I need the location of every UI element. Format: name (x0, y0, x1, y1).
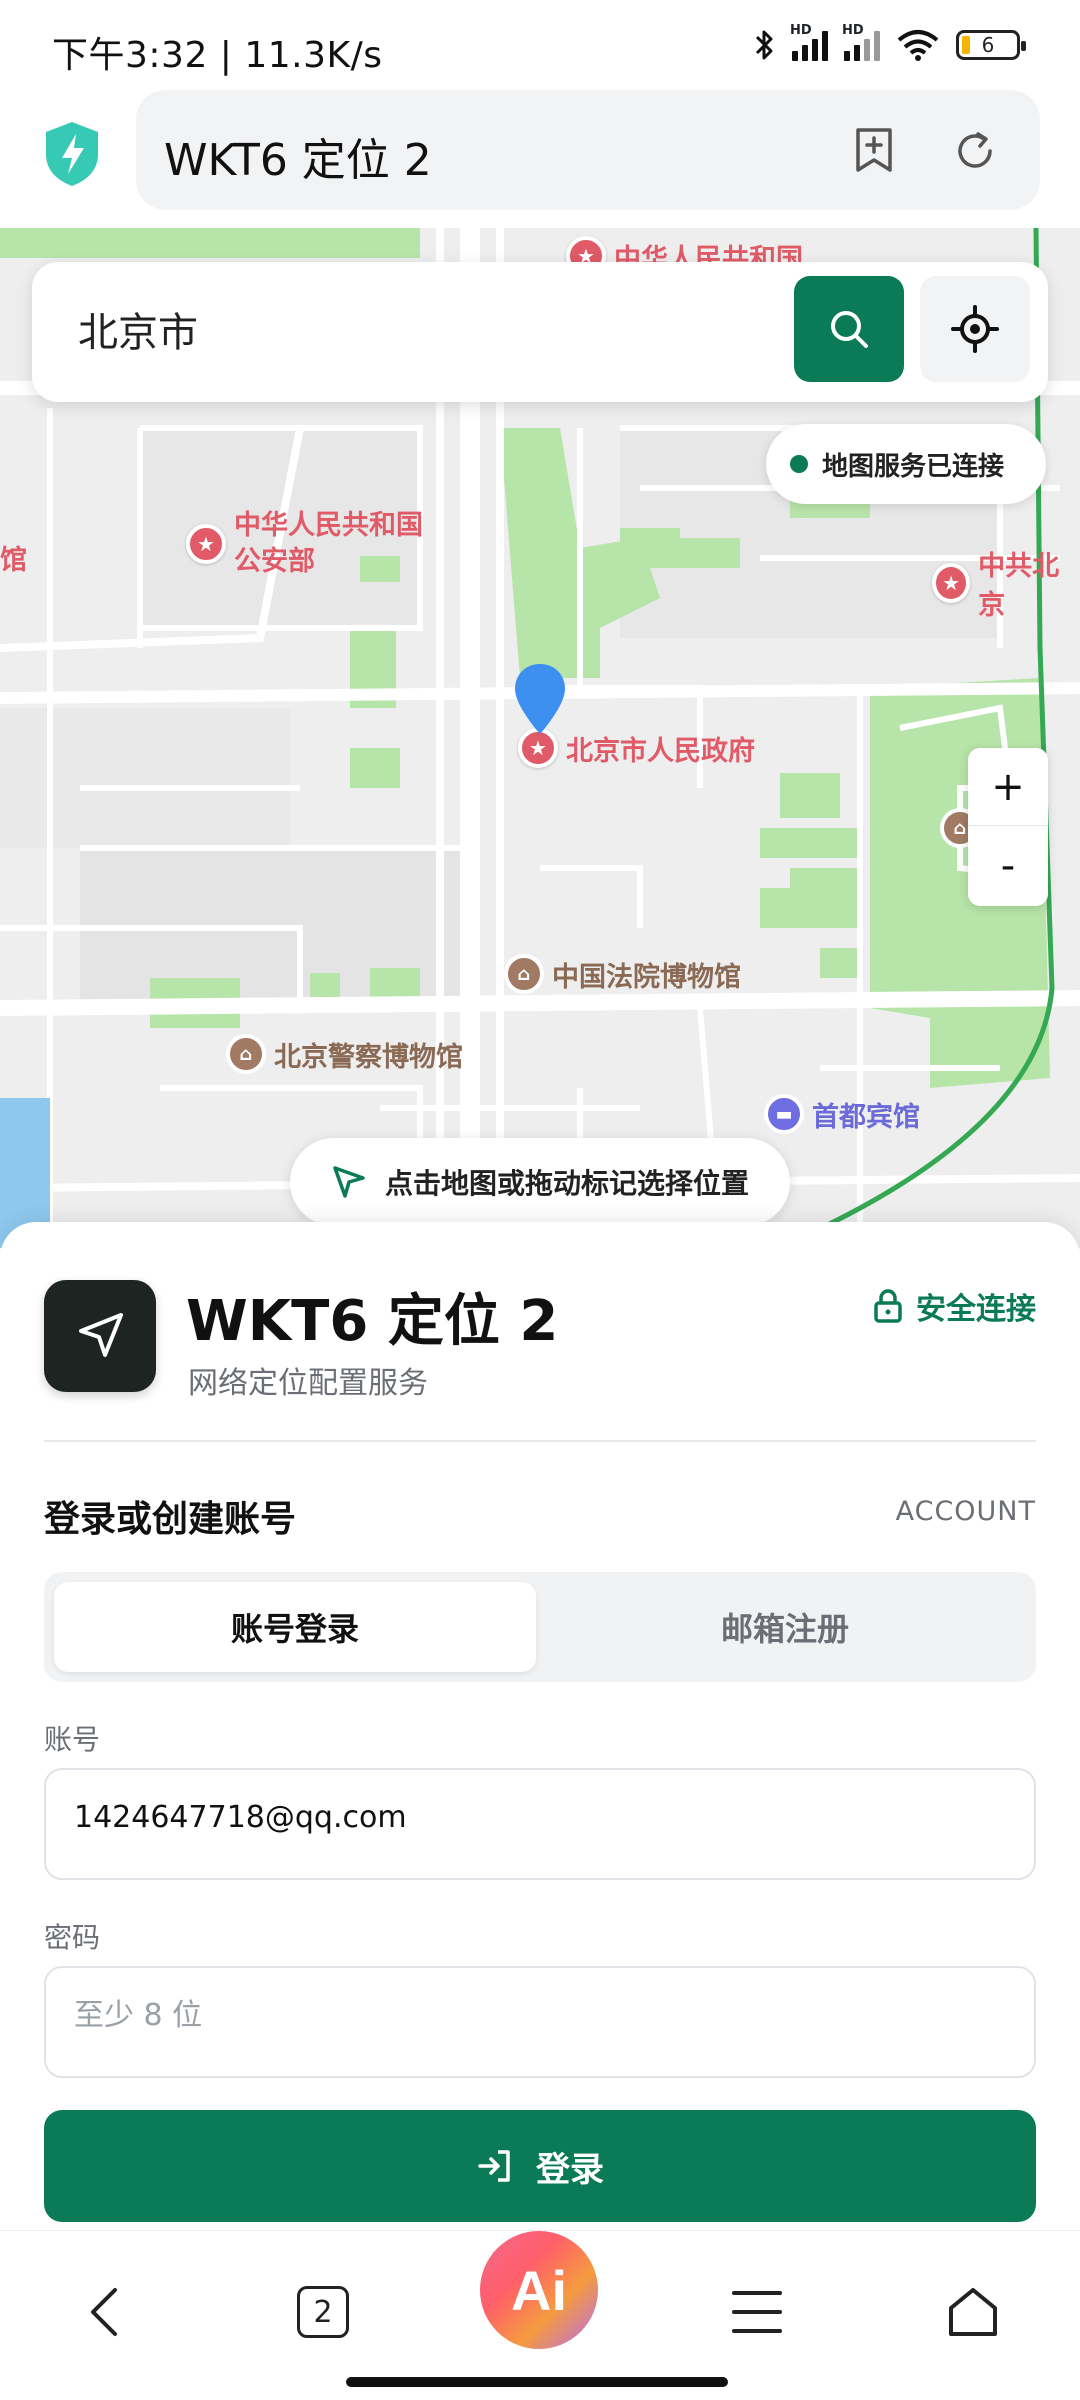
divider (44, 1440, 1036, 1442)
back-button[interactable] (70, 2277, 140, 2347)
poi-ministry-public-security[interactable]: ★ 中华人民共和国 公安部 (186, 508, 423, 580)
section-tag: ACCOUNT (895, 1496, 1036, 1527)
map-view[interactable]: ★ 中华人民共和国 公安部 ★ 中华人民共和国 ★ 中共北京 ★ 北京市人民政府… (0, 228, 1080, 1248)
zoom-in-button[interactable]: + (968, 748, 1048, 826)
app-logo (44, 1280, 156, 1392)
home-indicator (346, 2377, 728, 2387)
bluetooth-icon (755, 30, 773, 60)
battery-level: 6 (981, 33, 995, 57)
menu-button[interactable] (722, 2277, 792, 2347)
signal-icon-1: HD (790, 23, 828, 61)
account-label: 账号 (44, 1723, 101, 1756)
login-button[interactable]: 登录 (44, 2110, 1036, 2222)
address-bar[interactable]: WKT6 定位 2 (136, 90, 1040, 210)
back-icon (91, 2288, 117, 2336)
signal-icon-2: HD (842, 23, 880, 61)
reload-icon[interactable] (952, 128, 998, 174)
poi-label: 中共北京 (978, 551, 1060, 621)
wifi-icon (897, 30, 939, 61)
tab-account-login[interactable]: 账号登录 (54, 1582, 536, 1672)
clock: 下午3:32 (52, 35, 208, 76)
status-bar: 下午3:32 | 11.3K/s HD HD 6 (0, 0, 1080, 90)
ai-label: Ai (511, 2258, 567, 2322)
poi-label: 北京市人民政府 (566, 735, 755, 767)
poi-court-museum[interactable]: ⌂ 中国法院博物馆 (504, 954, 741, 994)
search-input[interactable] (78, 306, 778, 352)
landmark-star-icon: ★ (932, 563, 971, 603)
hotel-icon: ▬ (764, 1094, 804, 1134)
login-label: 登录 (536, 2149, 604, 2190)
tabs-icon: 2 (297, 2286, 349, 2338)
password-field[interactable] (74, 1998, 1004, 2033)
login-icon (478, 2150, 510, 2182)
zoom-control: + - (968, 748, 1048, 906)
browser-bottom-nav: 2 Ai (0, 2230, 1080, 2400)
navigation-arrow-icon (333, 1166, 365, 1198)
poi-label: 北京警察博物馆 (274, 1041, 463, 1073)
secure-connection-badge: 安全连接 (872, 1284, 1036, 1328)
map-status-text: 地图服务已连接 (822, 451, 1005, 482)
home-icon (949, 2288, 997, 2336)
account-field[interactable] (74, 1800, 1004, 1835)
auth-tabs: 账号登录 邮箱注册 (44, 1572, 1036, 1682)
landmark-star-icon: ★ (186, 524, 226, 564)
tab-count: 2 (313, 2294, 333, 2330)
bookmark-add-icon[interactable] (852, 126, 896, 174)
browser-toolbar: WKT6 定位 2 (0, 90, 1080, 230)
password-label: 密码 (44, 1921, 101, 1954)
museum-icon: ⌂ (226, 1034, 266, 1074)
connected-dot-icon (790, 455, 808, 473)
crosshair-icon (951, 305, 999, 353)
shield-icon[interactable] (42, 120, 102, 188)
museum-icon: ⌂ (504, 954, 544, 994)
locate-button[interactable] (920, 276, 1030, 382)
network-speed: 11.3K/s (244, 35, 383, 76)
status-icons: HD HD 6 (754, 23, 1026, 62)
poi-label: 中华人民共和国 公安部 (234, 510, 423, 577)
page-title[interactable]: WKT6 定位 2 (164, 124, 432, 188)
lock-icon (874, 1289, 902, 1323)
map-status-pill: 地图服务已连接 (766, 424, 1046, 504)
battery-icon: 6 (956, 30, 1026, 60)
poi-cpc-beijing[interactable]: ★ 中共北京 (932, 544, 1080, 622)
section-title: 登录或创建账号 (44, 1499, 297, 1540)
poi-capital-hotel[interactable]: ▬ 首都宾馆 (764, 1094, 920, 1134)
search-icon (831, 311, 868, 348)
menu-icon (732, 2291, 782, 2333)
ai-assistant-button[interactable]: Ai (480, 2231, 598, 2349)
separator: | (219, 35, 245, 76)
app-title: WKT6 定位 2 (186, 1289, 559, 1354)
app-subtitle: 网络定位配置服务 (188, 1366, 428, 1401)
secure-label: 安全连接 (916, 1292, 1036, 1327)
poi-label: 中国法院博物馆 (552, 961, 741, 993)
poi-label: 馆 (0, 545, 27, 576)
password-field-box (44, 1966, 1036, 2078)
poi-left-edge[interactable]: 馆 (0, 538, 27, 577)
zoom-out-button[interactable]: - (968, 827, 1048, 905)
search-button[interactable] (794, 276, 904, 382)
poi-label: 首都宾馆 (812, 1101, 920, 1133)
status-time: 下午3:32 | 11.3K/s (52, 26, 383, 78)
home-button[interactable] (938, 2277, 1008, 2347)
login-sheet: WKT6 定位 2 网络定位配置服务 安全连接 登录或创建账号 ACCOUNT … (0, 1222, 1080, 2232)
tab-email-register[interactable]: 邮箱注册 (544, 1582, 1026, 1672)
account-field-box (44, 1768, 1036, 1880)
map-search-card (32, 262, 1048, 402)
location-marker-icon[interactable] (512, 662, 568, 738)
tabs-button[interactable]: 2 (288, 2277, 358, 2347)
map-hint-text: 点击地图或拖动标记选择位置 (384, 1167, 749, 1200)
poi-police-museum[interactable]: ⌂ 北京警察博物馆 (226, 1034, 463, 1074)
map-hint: 点击地图或拖动标记选择位置 (290, 1138, 790, 1226)
navigation-arrow-icon (79, 1313, 123, 1357)
